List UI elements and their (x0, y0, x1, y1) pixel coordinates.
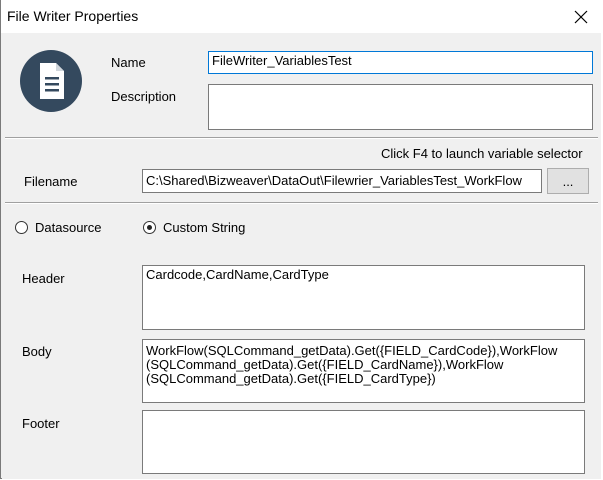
separator (5, 202, 598, 204)
variable-selector-hint: Click F4 to launch variable selector (381, 146, 583, 161)
datasource-radio[interactable]: Datasource (15, 220, 101, 235)
footer-label: Footer (22, 416, 60, 431)
window-title: File Writer Properties (7, 8, 139, 24)
header-label: Header (22, 271, 65, 286)
footer-input[interactable] (142, 410, 585, 474)
description-input[interactable] (208, 84, 593, 130)
name-label: Name (111, 55, 146, 70)
separator (5, 137, 598, 139)
radio-unchecked-icon (15, 221, 28, 234)
header-input[interactable]: Cardcode,CardName,CardType (142, 265, 585, 330)
custom-string-radio-label: Custom String (163, 220, 246, 235)
document-icon (20, 50, 82, 112)
body-label: Body (22, 344, 52, 359)
name-input[interactable]: FileWriter_VariablesTest (208, 51, 593, 74)
body-input[interactable]: WorkFlow(SQLCommand_getData).Get({FIELD_… (142, 339, 585, 403)
radio-checked-icon (143, 221, 156, 234)
title-bar[interactable]: File Writer Properties (1, 0, 603, 33)
close-button[interactable] (558, 0, 603, 33)
file-writer-properties-dialog: File Writer Properties Name FileWriter_V… (0, 0, 603, 479)
dialog-content: Name FileWriter_VariablesTest Descriptio… (2, 33, 601, 479)
close-icon (574, 10, 588, 23)
browse-button[interactable]: ... (547, 168, 589, 194)
description-label: Description (111, 89, 177, 104)
filename-input[interactable]: C:\Shared\Bizweaver\DataOut\Filewrier_Va… (142, 169, 542, 193)
custom-string-radio[interactable]: Custom String (143, 220, 245, 235)
datasource-radio-label: Datasource (35, 220, 102, 235)
filename-label: Filename (24, 174, 78, 189)
